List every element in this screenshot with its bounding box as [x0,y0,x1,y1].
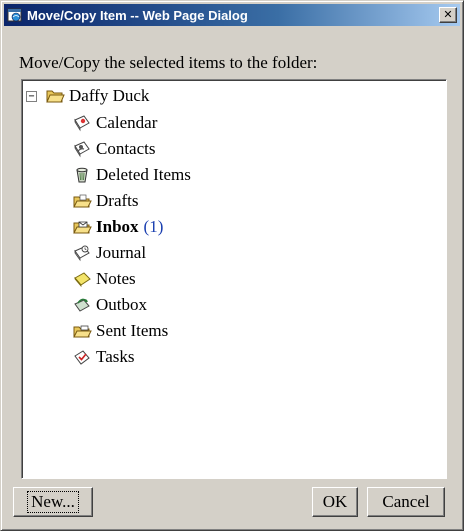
sent-items-icon [72,322,92,340]
tree-item-contacts[interactable]: Contacts [72,137,156,161]
tree-item-label: Daffy Duck [69,86,150,105]
inbox-icon [72,218,92,236]
tree-item-label: Sent Items [96,321,169,340]
window-title: Move/Copy Item -- Web Page Dialog [27,7,248,23]
close-button[interactable]: ✕ [439,7,457,23]
cancel-button[interactable]: Cancel [367,487,445,517]
folder-tree[interactable]: − Daffy Duck Calendar Contacts Deleted I… [21,79,447,479]
tree-item-outbox[interactable]: Outbox [72,293,147,317]
tree-item-label: Notes [96,269,136,288]
tasks-icon [72,348,92,366]
tree-item-label: Journal [96,243,147,262]
tree-item-label: Contacts [96,139,156,158]
tree-item-label: Deleted Items [96,165,191,184]
tree-item-label: Outbox [96,295,147,314]
new-button-label: New... [27,491,79,513]
title-bar[interactable]: Move/Copy Item -- Web Page Dialog ✕ [4,4,460,26]
folder-open-icon [45,87,65,105]
tree-root-daffy-duck[interactable]: − Daffy Duck [26,84,149,108]
journal-icon [72,244,92,262]
new-folder-button[interactable]: New... [13,487,93,517]
web-page-dialog-icon [7,7,23,23]
tree-item-calendar[interactable]: Calendar [72,111,157,135]
contacts-icon [72,140,92,158]
instruction-text: Move/Copy the selected items to the fold… [19,53,318,72]
outbox-icon [72,296,92,314]
tree-item-sent-items[interactable]: Sent Items [72,319,168,343]
tree-item-tasks[interactable]: Tasks [72,345,134,369]
tree-item-inbox[interactable]: Inbox (1) [72,215,163,239]
unread-count: (1) [143,217,164,236]
drafts-folder-icon [72,192,92,210]
tree-item-label: Calendar [96,113,158,132]
tree-item-journal[interactable]: Journal [72,241,146,265]
notes-icon [72,270,92,288]
collapse-toggle-icon[interactable]: − [26,90,37,102]
tree-item-deleted-items[interactable]: Deleted Items [72,163,191,187]
tree-item-label: Tasks [96,347,135,366]
tree-item-drafts[interactable]: Drafts [72,189,138,213]
tree-item-notes[interactable]: Notes [72,267,136,291]
trash-icon [72,166,92,184]
tree-item-label: Drafts [96,191,139,210]
calendar-icon [72,114,92,132]
ok-button[interactable]: OK [312,487,358,517]
dialog-window: Move/Copy Item -- Web Page Dialog ✕ Move… [0,0,464,531]
tree-item-label: Inbox [96,217,139,236]
